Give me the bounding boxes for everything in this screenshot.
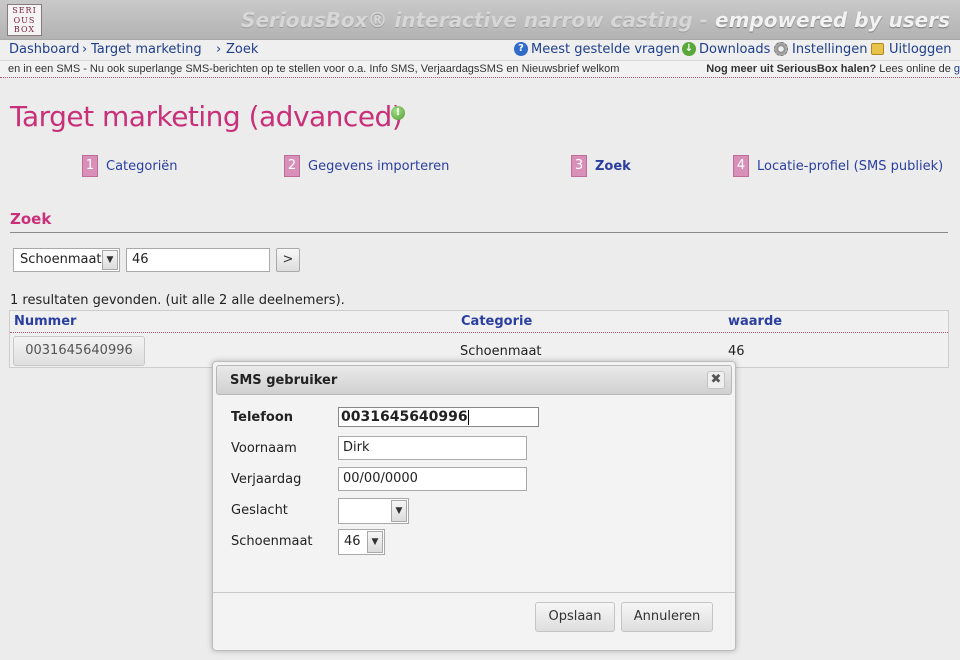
text-cursor — [467, 409, 469, 425]
search-value-input[interactable]: 46 — [126, 248, 270, 272]
tagline-main: SeriousBox® interactive narrow casting - — [241, 8, 715, 32]
tagline: SeriousBox® interactive narrow casting -… — [241, 8, 950, 32]
cancel-button[interactable]: Annuleren — [621, 602, 713, 632]
search-field-value: Schoenmaat — [20, 252, 102, 267]
telefoon-label: Telefoon — [231, 410, 294, 425]
step-zoek[interactable]: 3 Zoek — [571, 155, 631, 177]
settings-link[interactable]: Instellingen — [792, 42, 868, 57]
geslacht-label: Geslacht — [231, 503, 288, 518]
nav-bar: Dashboard › Target marketing › Zoek Mees… — [0, 40, 960, 60]
close-icon[interactable]: ✖ — [707, 371, 725, 389]
sms-user-dialog: SMS gebruiker ✖ Telefoon 0031645640996 V… — [212, 361, 736, 651]
search-button[interactable]: > — [276, 248, 300, 272]
column-header-waarde[interactable]: waarde — [728, 314, 782, 329]
gear-icon[interactable] — [774, 42, 788, 56]
dialog-title: SMS gebruiker — [230, 373, 338, 388]
step-label: Zoek — [595, 158, 631, 174]
breadcrumb-target-marketing[interactable]: Target marketing — [91, 42, 202, 57]
schoenmaat-value: 46 — [344, 534, 361, 549]
header-banner: SERI OUS BOX SeriousBox® interactive nar… — [0, 0, 960, 40]
ticker-promo: Nog meer uit SeriousBox halen? Lees onli… — [696, 63, 960, 75]
telefoon-value: 0031645640996 — [341, 409, 468, 425]
downloads-link[interactable]: Downloads — [699, 42, 770, 57]
section-title: Zoek — [10, 210, 52, 228]
step-number: 4 — [733, 155, 749, 177]
geslacht-select[interactable]: ▼ — [338, 498, 409, 524]
breadcrumb-zoek[interactable]: Zoek — [226, 42, 258, 57]
schoenmaat-label: Schoenmaat — [231, 534, 313, 549]
seriousbox-logo[interactable]: SERI OUS BOX — [7, 4, 42, 36]
result-summary: 1 resultaten gevonden. (uit alle 2 alle … — [10, 293, 345, 308]
dialog-titlebar[interactable]: SMS gebruiker ✖ — [216, 365, 732, 395]
help-icon[interactable]: ? — [514, 42, 528, 56]
breadcrumb-dashboard[interactable]: Dashboard — [9, 42, 80, 57]
results-table: Nummer Categorie waarde 0031645640996 Sc… — [9, 310, 949, 368]
step-number: 2 — [284, 155, 300, 177]
dialog-divider — [213, 592, 735, 593]
download-icon[interactable]: ↓ — [682, 42, 696, 56]
schoenmaat-select[interactable]: 46 ▼ — [338, 529, 385, 555]
search-field-select[interactable]: Schoenmaat ▼ — [13, 248, 120, 272]
column-header-categorie[interactable]: Categorie — [461, 314, 532, 329]
page-title: Target marketing (advanced) — [10, 100, 403, 133]
ticker-promo-text: Lees online de — [876, 63, 954, 75]
chevron-down-icon: ▼ — [102, 250, 118, 270]
faq-link[interactable]: Meest gestelde vragen — [531, 42, 680, 57]
row-number-button[interactable]: 0031645640996 — [13, 336, 145, 366]
breadcrumb-separator: › — [82, 42, 88, 57]
news-ticker: en in een SMS - Nu ook superlange SMS-be… — [0, 60, 960, 78]
logo-line-3: BOX — [13, 25, 36, 34]
telefoon-input[interactable]: 0031645640996 — [338, 407, 539, 427]
voornaam-label: Voornaam — [231, 441, 297, 456]
ticker-promo-bold: Nog meer uit SeriousBox halen? — [706, 63, 877, 75]
step-label: Gegevens importeren — [308, 158, 450, 174]
step-number: 1 — [82, 155, 98, 177]
lock-icon[interactable] — [871, 43, 884, 55]
logo-line-1: SERI — [12, 6, 37, 15]
section-divider — [10, 232, 948, 233]
table-header: Nummer Categorie waarde — [10, 311, 948, 333]
chevron-down-icon: ▼ — [391, 500, 407, 522]
verjaardag-label: Verjaardag — [231, 472, 302, 487]
breadcrumb-separator: › — [216, 42, 222, 57]
info-icon[interactable]: ! — [391, 106, 405, 120]
column-header-nummer[interactable]: Nummer — [14, 314, 76, 329]
logo-line-2: OUS — [13, 15, 36, 25]
step-number: 3 — [571, 155, 587, 177]
row-categorie: Schoenmaat — [460, 344, 542, 359]
step-categorien[interactable]: 1 Categoriën — [82, 155, 178, 177]
step-locatie-profiel[interactable]: 4 Locatie-profiel (SMS publiek) — [733, 155, 943, 177]
voornaam-input[interactable]: Dirk — [338, 436, 527, 460]
logout-link[interactable]: Uitloggen — [889, 42, 952, 57]
chevron-down-icon: ▼ — [367, 531, 383, 553]
row-waarde: 46 — [728, 344, 745, 359]
ticker-text: en in een SMS - Nu ook superlange SMS-be… — [8, 63, 620, 75]
step-label: Categoriën — [106, 158, 178, 174]
step-gegevens-importeren[interactable]: 2 Gegevens importeren — [284, 155, 449, 177]
verjaardag-input[interactable]: 00/00/0000 — [338, 467, 527, 491]
save-button[interactable]: Opslaan — [535, 602, 615, 632]
ticker-promo-link[interactable]: g — [954, 63, 960, 75]
step-label: Locatie-profiel (SMS publiek) — [757, 158, 944, 174]
tagline-strong: empowered by users — [715, 8, 950, 32]
